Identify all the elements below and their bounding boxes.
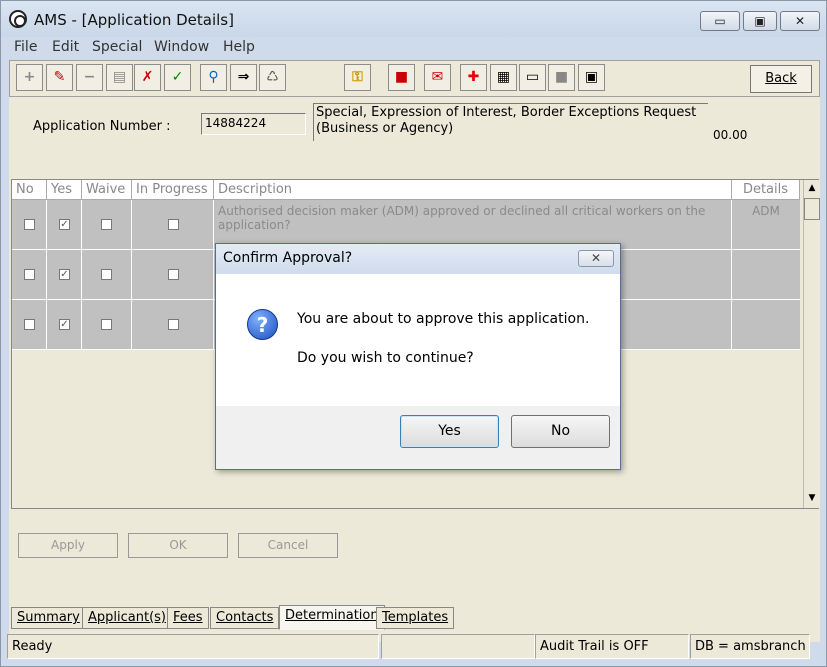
inbox-icon[interactable]: ✉ [424,64,451,91]
column-header-waive[interactable]: Waive [82,180,132,200]
status-empty [381,634,535,659]
column-header-in-progress[interactable]: In Progress [132,180,214,200]
dialog-footer: Yes No [216,406,620,469]
red-cross-icon[interactable]: ✚ [460,64,487,91]
print-icon[interactable]: ▤ [106,64,133,91]
key-icon[interactable]: ⚿ [344,64,371,91]
no-checkbox[interactable] [24,319,35,330]
dialog-close-icon[interactable]: ✕ [578,250,614,267]
column-header-yes[interactable]: Yes [47,180,82,200]
tab-applicants[interactable]: Applicant(s) [82,607,172,629]
in-progress-checkbox[interactable] [168,319,179,330]
dialog-title: Confirm Approval? [223,250,353,266]
column-header-no[interactable]: No [12,180,47,200]
scroll-down-icon[interactable]: ▼ [804,490,820,507]
menu-special[interactable]: Special [92,39,142,55]
waive-checkbox[interactable] [101,269,112,280]
column-header-description[interactable]: Description [214,180,732,200]
search-person-icon[interactable]: ⚲ [200,64,227,91]
row-details[interactable]: ADM [736,204,796,218]
waive-checkbox[interactable] [101,319,112,330]
status-audit-trail: Audit Trail is OFF [535,634,689,659]
stop-hand-icon[interactable]: ■ [388,64,415,91]
yes-checkbox[interactable]: ✓ [59,269,70,280]
assign-icon[interactable]: ⇒ [230,64,257,91]
tab-templates[interactable]: Templates [376,607,455,629]
dialog-body: ? You are about to approve this applicat… [216,274,620,406]
dialog-message: You are about to approve this applicatio… [297,311,590,327]
document-icon[interactable]: ▦ [490,64,517,91]
question-icon: ? [247,309,278,340]
card-icon[interactable]: ▭ [519,64,546,91]
minimize-button[interactable]: ▭ [700,11,740,31]
tab-fees[interactable]: Fees [167,607,209,629]
yes-checkbox[interactable]: ✓ [59,219,70,230]
application-number-label: Application Number : [33,119,171,134]
reject-check-icon[interactable]: ✗ [134,64,161,91]
scrollbar-thumb[interactable] [804,198,820,220]
menu-edit[interactable]: Edit [52,39,79,55]
dialog-question: Do you wish to continue? [297,350,474,366]
row-description: Authorised decision maker (ADM) approved… [218,204,706,232]
toolbar: + ✎ − ▤ ✗ ✓ ⚲ ⇒ ♺ ⚿ ■ ✉ ✚ ▦ ▭ ■ ▣ Back [9,60,820,97]
cancel-button[interactable]: Cancel [238,533,338,558]
waive-checkbox[interactable] [101,219,112,230]
remove-icon[interactable]: − [76,64,103,91]
scroll-up-icon[interactable]: ▲ [804,180,820,197]
app-logo-icon [9,10,27,28]
application-amount: 00.00 [713,128,748,142]
confirm-approval-dialog: Confirm Approval? ✕ ? You are about to a… [215,243,621,470]
recycle-icon[interactable]: ♺ [259,64,286,91]
yes-checkbox[interactable]: ✓ [59,319,70,330]
approve-check-icon[interactable]: ✓ [164,64,191,91]
square-icon[interactable]: ■ [548,64,575,91]
menu-help[interactable]: Help [223,39,255,55]
status-ready: Ready [7,634,379,659]
title-bar: AMS - [Application Details] ▭ ▣ ✕ [1,1,826,37]
status-database: DB = amsbranch [690,634,810,659]
dialog-title-bar: Confirm Approval? ✕ [216,244,620,274]
tab-contacts[interactable]: Contacts [210,607,280,629]
menu-file[interactable]: File [14,39,37,55]
tab-strip: Summary Applicant(s) Fees Contacts Deter… [9,605,820,630]
edit-icon[interactable]: ✎ [46,64,73,91]
grid-scrollbar[interactable]: ▲ ▼ [803,180,820,508]
no-checkbox[interactable] [24,269,35,280]
ok-button[interactable]: OK [128,533,228,558]
add-icon[interactable]: + [16,64,43,91]
no-button[interactable]: No [511,415,610,448]
menu-window[interactable]: Window [154,39,209,55]
no-checkbox[interactable] [24,219,35,230]
application-type-description: Special, Expression of Interest, Border … [313,103,708,141]
maximize-button[interactable]: ▣ [743,11,777,31]
back-button[interactable]: Back [750,65,812,93]
tab-summary[interactable]: Summary [11,607,86,629]
status-bar: Ready Audit Trail is OFF DB = amsbranch [5,634,824,660]
in-progress-checkbox[interactable] [168,269,179,280]
apply-button[interactable]: Apply [18,533,118,558]
yes-button[interactable]: Yes [400,415,499,448]
application-number-field[interactable]: 14884224 [201,113,306,135]
page-icon[interactable]: ▣ [578,64,605,91]
column-header-details[interactable]: Details [732,180,800,200]
in-progress-checkbox[interactable] [168,219,179,230]
tab-determination[interactable]: Determination [279,605,385,630]
close-window-button[interactable]: ✕ [780,11,820,31]
menu-bar: File Edit Special Window Help [1,37,826,59]
window-title: AMS - [Application Details] [34,11,234,29]
